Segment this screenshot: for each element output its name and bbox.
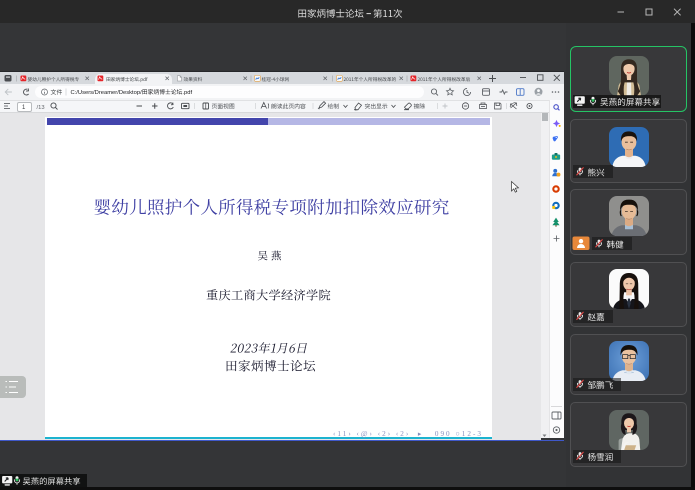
svg-text:1: 1 bbox=[22, 105, 26, 111]
svg-text:C:/Users/Dreamer/Desktop/: C:/Users/Dreamer/Desktop/ bbox=[71, 90, 143, 96]
svg-text:‹11› ‹@› ‹2› ‹2› ▸ 090 ○12-: ‹11› ‹@› ‹2› ‹2› ▸ 090 ○12-3 bbox=[333, 430, 483, 438]
svg-text:/13: /13 bbox=[37, 105, 45, 111]
svg-text:.pdf: .pdf bbox=[182, 90, 192, 96]
